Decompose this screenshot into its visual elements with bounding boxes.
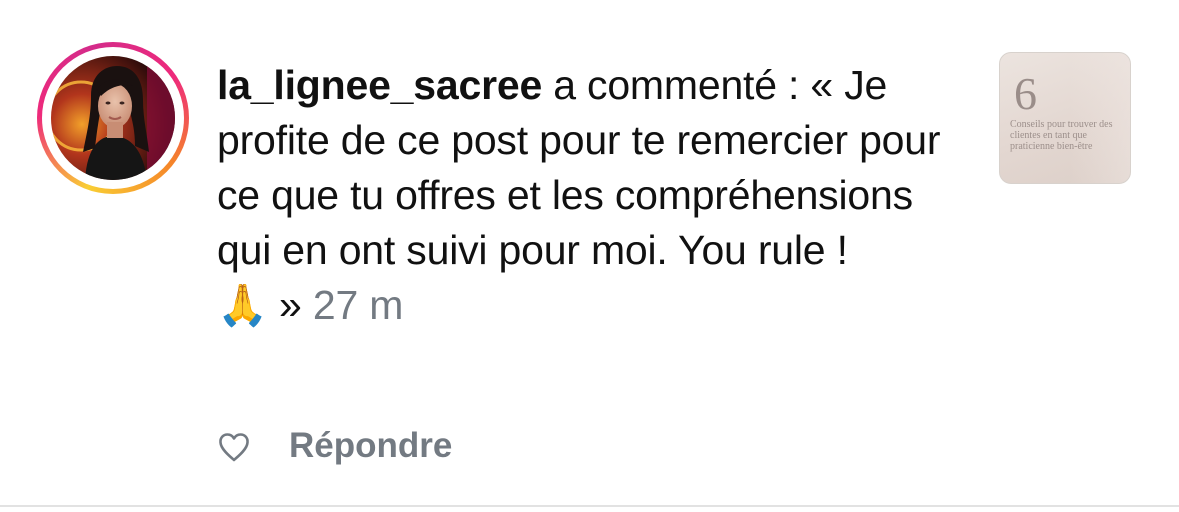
avatar-gap xyxy=(42,47,184,189)
reply-button[interactable]: Répondre xyxy=(289,424,452,468)
thumbnail-number: 6 xyxy=(1014,68,1037,119)
user-avatar-story-ring[interactable] xyxy=(37,42,189,194)
post-thumbnail[interactable]: 6 Conseils pour trouver des clientes en … xyxy=(999,52,1131,184)
comment-timestamp: 27 m xyxy=(312,282,404,328)
comment-username[interactable]: la_lignee_sacree xyxy=(217,62,542,108)
praying-hands-emoji: 🙏 xyxy=(217,281,268,329)
comment-notification[interactable]: la_lignee_sacree a commenté : « Je profi… xyxy=(0,0,1179,505)
comment-text-block: la_lignee_sacree a commenté : « Je profi… xyxy=(217,58,962,333)
heart-outline-icon[interactable] xyxy=(218,432,250,462)
comment-action: a commenté : xyxy=(542,62,811,108)
comment-closing-quote: » xyxy=(267,282,313,328)
divider xyxy=(0,505,1179,507)
avatar xyxy=(51,56,175,180)
thumbnail-caption: Conseils pour trouver des clientes en ta… xyxy=(1010,119,1113,152)
